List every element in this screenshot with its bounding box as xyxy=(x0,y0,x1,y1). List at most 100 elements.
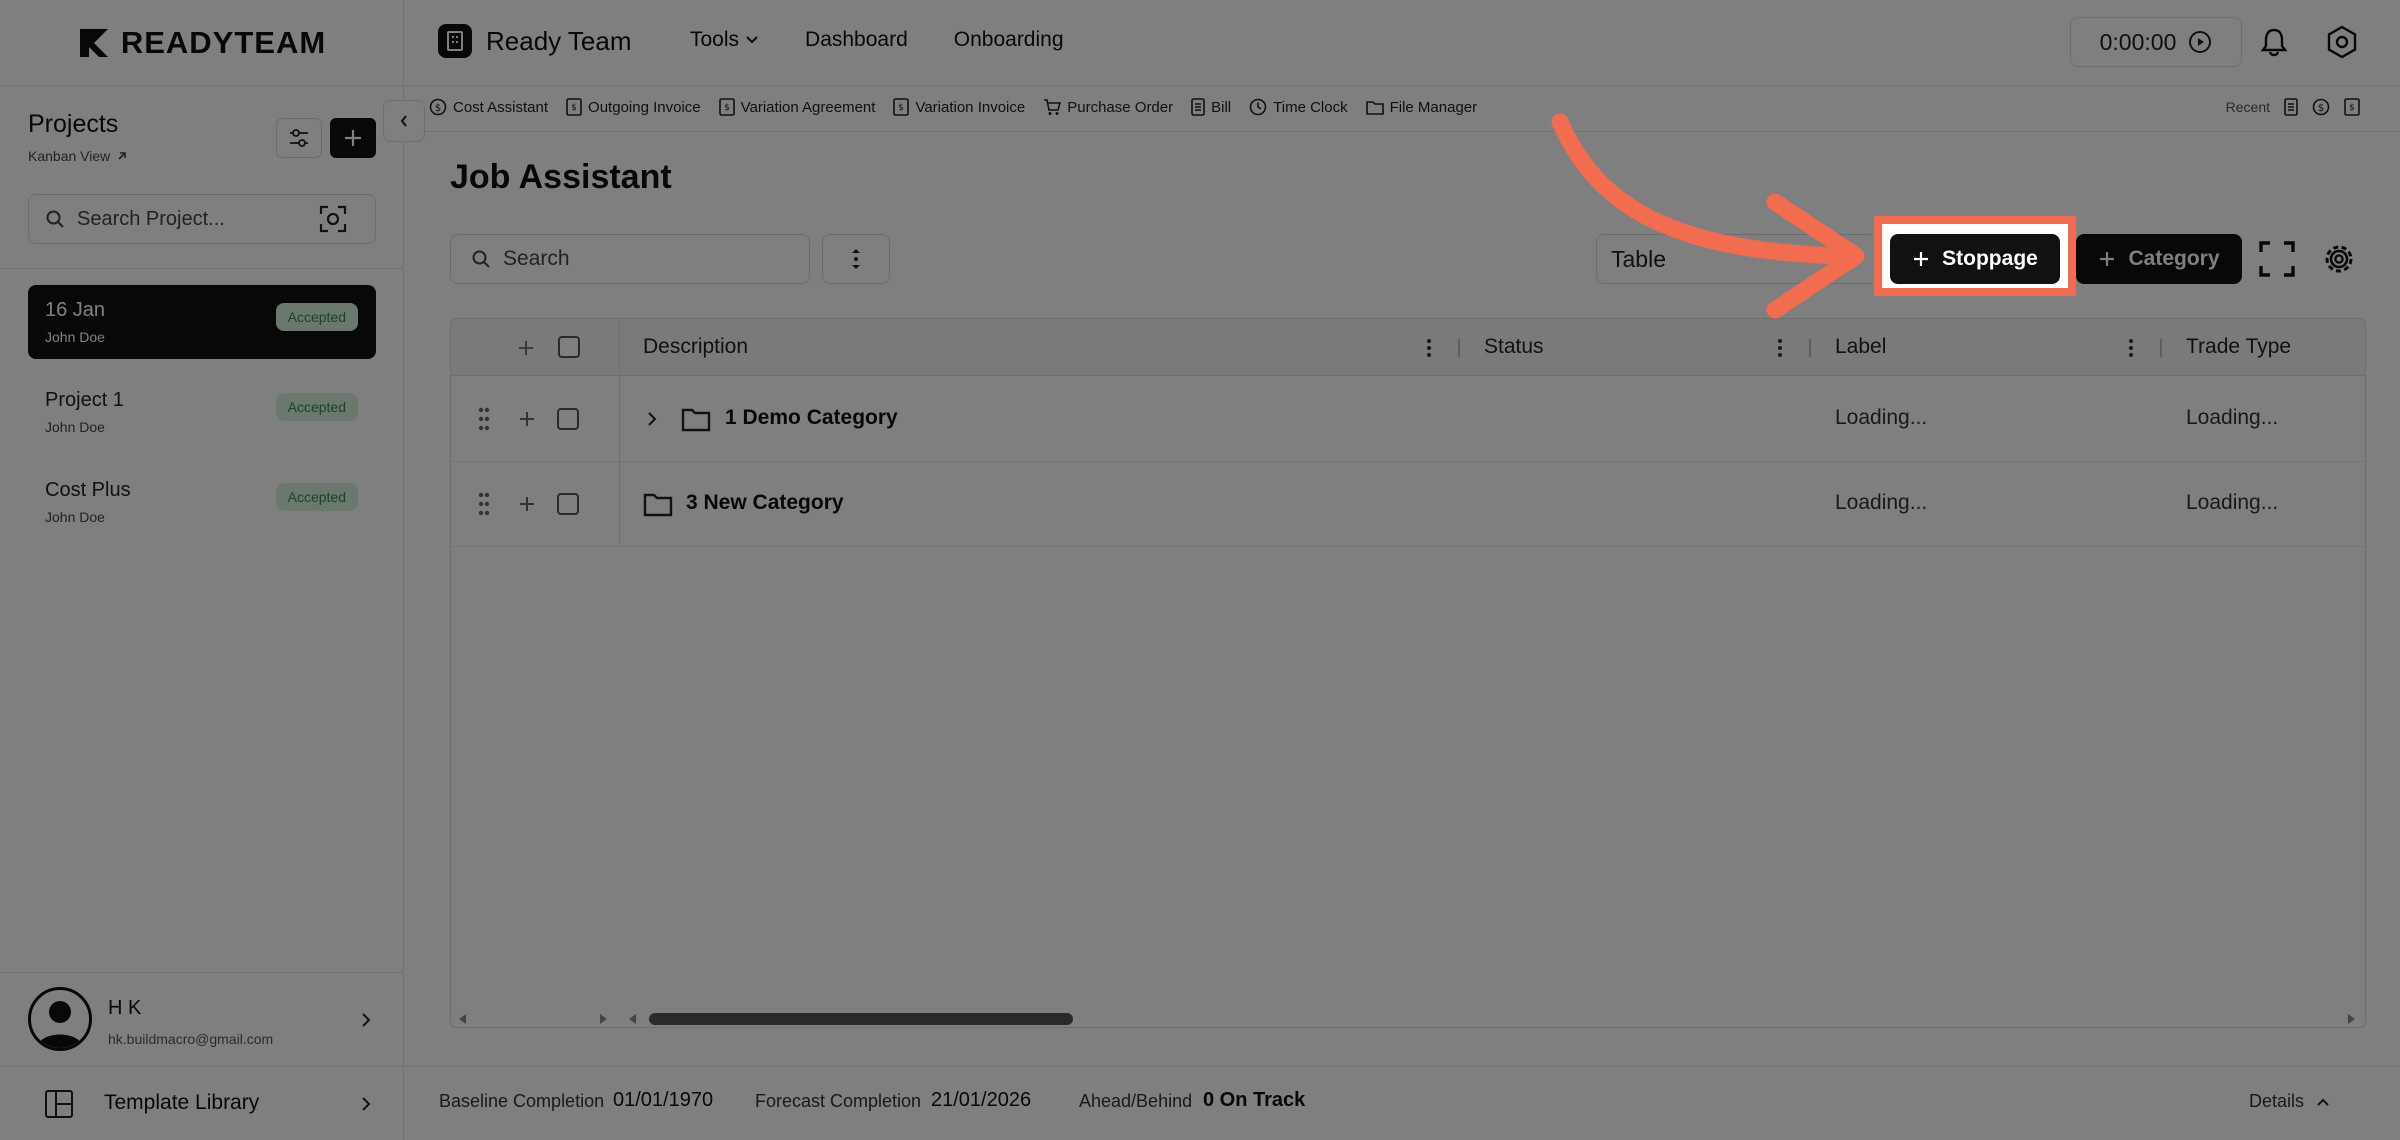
column-menu-icon[interactable] xyxy=(1426,337,1432,359)
collapse-sidebar-button[interactable] xyxy=(383,100,425,142)
folder-icon xyxy=(681,408,711,432)
chevron-right-icon[interactable] xyxy=(647,411,657,427)
table-row[interactable]: 1 Demo Category Loading... Loading... xyxy=(451,377,2365,462)
column-menu-icon[interactable] xyxy=(2128,337,2134,359)
quick-item-label: File Manager xyxy=(1389,98,1478,116)
fullscreen-button[interactable] xyxy=(2258,240,2296,278)
project-card[interactable]: 16 Jan John Doe Accepted xyxy=(28,285,376,359)
table-row[interactable]: 3 New Category Loading... Loading... xyxy=(451,462,2365,547)
svg-text:$: $ xyxy=(2349,103,2355,113)
row-checkbox[interactable] xyxy=(557,408,579,430)
user-profile[interactable]: H K hk.buildmacro@gmail.com xyxy=(0,972,403,1066)
quick-purchase-order[interactable]: Purchase Order xyxy=(1043,98,1173,116)
scroll-left-icon[interactable] xyxy=(627,1013,637,1025)
row-checkbox[interactable] xyxy=(557,493,579,515)
brand-name: READYTEAM xyxy=(120,25,327,60)
trade-type-cell: Loading... xyxy=(2186,406,2279,429)
bell-icon xyxy=(2260,28,2288,57)
label-cell: Loading... xyxy=(1835,491,1928,514)
nav-onboarding[interactable]: Onboarding xyxy=(954,28,1064,52)
add-category-button[interactable]: Category xyxy=(2076,234,2242,284)
quick-bill[interactable]: Bill xyxy=(1191,98,1231,116)
svg-text:$: $ xyxy=(724,103,730,113)
details-label: Details xyxy=(2248,1091,2304,1111)
project-search xyxy=(28,194,376,244)
team-name: Ready Team xyxy=(486,25,632,56)
page-title: Job Assistant xyxy=(450,158,672,196)
hexagon-settings-icon xyxy=(2327,25,2357,59)
job-search-input[interactable] xyxy=(503,247,783,271)
add-project-button[interactable] xyxy=(330,118,376,158)
stoppage-button-label: Stoppage xyxy=(1942,247,2038,270)
svg-text:$: $ xyxy=(571,103,577,113)
category-name: 1 Demo Category xyxy=(725,406,898,429)
details-toggle[interactable]: Details xyxy=(2249,1091,2330,1112)
tutorial-arrow-icon xyxy=(1551,113,1865,319)
nav-dashboard[interactable]: Dashboard xyxy=(805,28,908,52)
scroll-right-icon[interactable] xyxy=(599,1013,609,1025)
folder-icon xyxy=(1365,101,1384,115)
kanban-view-label: Kanban View xyxy=(28,148,111,164)
plus-icon xyxy=(1914,252,1929,266)
invoice-icon[interactable]: $ xyxy=(2344,98,2360,116)
horizontal-scrollbar[interactable] xyxy=(451,1009,2365,1027)
avatar xyxy=(28,987,92,1051)
scroll-right-icon[interactable] xyxy=(2347,1013,2357,1025)
table-settings-button[interactable] xyxy=(2320,240,2358,278)
select-all-checkbox[interactable] xyxy=(558,336,580,358)
settings-button[interactable] xyxy=(2324,24,2360,60)
more-options-button[interactable] xyxy=(822,234,890,284)
invoice-icon: $ xyxy=(718,98,735,116)
scroll-left-icon[interactable] xyxy=(457,1013,467,1025)
projects-sidebar: Projects Kanban View 16 Jan John Doe Acc… xyxy=(0,86,404,1140)
chevron-right-icon xyxy=(362,1013,371,1027)
plus-icon[interactable] xyxy=(517,339,535,357)
play-icon[interactable] xyxy=(2188,30,2212,54)
project-card[interactable]: Project 1 John Doe Accepted xyxy=(28,375,376,449)
time-tracker[interactable]: 0:00:00 xyxy=(2070,17,2242,67)
drag-handle-icon[interactable] xyxy=(478,407,490,431)
quick-variation-agreement[interactable]: $ Variation Agreement xyxy=(718,98,875,116)
project-owner: John Doe xyxy=(45,329,105,345)
drag-handle-icon[interactable] xyxy=(478,492,490,516)
svg-text:$: $ xyxy=(2318,103,2324,114)
nav-tools[interactable]: Tools xyxy=(690,28,759,52)
filter-button[interactable] xyxy=(276,118,322,158)
kanban-view-link[interactable]: Kanban View xyxy=(28,148,128,164)
brand[interactable]: READYTEAM xyxy=(0,0,404,86)
team-logo-icon xyxy=(438,24,472,58)
document-icon[interactable] xyxy=(2284,98,2298,116)
add-stoppage-button[interactable]: Stoppage xyxy=(1890,234,2060,284)
team-switcher[interactable]: Ready Team xyxy=(438,24,632,58)
quick-tools-bar: $ Cost Assistant $ Outgoing Invoice $ Va… xyxy=(405,86,2400,132)
column-header-status[interactable]: Status xyxy=(1484,335,1544,359)
project-search-input[interactable] xyxy=(77,207,307,231)
quick-time-clock[interactable]: Time Clock xyxy=(1249,98,1348,116)
dollar-circle-icon: $ xyxy=(429,98,447,116)
dollar-circle-icon[interactable]: $ xyxy=(2312,98,2330,116)
plus-icon[interactable] xyxy=(519,411,535,427)
plus-icon[interactable] xyxy=(519,496,535,512)
column-resize-handle[interactable] xyxy=(1809,339,1811,357)
scrollbar-thumb[interactable] xyxy=(649,1013,1073,1025)
quick-file-manager[interactable]: File Manager xyxy=(1365,98,1478,116)
quick-outgoing-invoice[interactable]: $ Outgoing Invoice xyxy=(566,98,701,116)
quick-item-label: Variation Invoice xyxy=(915,98,1026,116)
column-resize-handle[interactable] xyxy=(1458,339,1460,357)
column-header-label[interactable]: Label xyxy=(1835,335,1886,359)
notifications-button[interactable] xyxy=(2256,24,2292,60)
scan-icon[interactable] xyxy=(319,205,347,233)
quick-variation-invoice[interactable]: $ Variation Invoice xyxy=(893,98,1025,116)
template-library-link[interactable]: Template Library xyxy=(0,1066,403,1140)
ahead-behind-label: Ahead/Behind xyxy=(1079,1091,1193,1111)
quick-cost-assistant[interactable]: $ Cost Assistant xyxy=(429,98,548,116)
column-menu-icon[interactable] xyxy=(1777,337,1783,359)
user-silhouette-icon xyxy=(37,1001,83,1048)
nav-dashboard-label: Dashboard xyxy=(805,28,908,51)
chevron-right-icon xyxy=(362,1097,371,1111)
project-card[interactable]: Cost Plus John Doe Accepted xyxy=(28,465,376,539)
column-header-description[interactable]: Description xyxy=(643,335,748,359)
column-header-trade-type[interactable]: Trade Type xyxy=(2186,335,2291,359)
column-resize-handle[interactable] xyxy=(2160,339,2162,357)
timer-value: 0:00:00 xyxy=(2099,28,2177,55)
